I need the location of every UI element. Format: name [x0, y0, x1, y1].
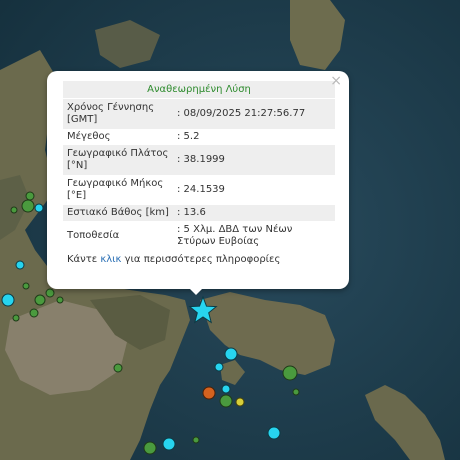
marker-cyan[interactable]: [214, 362, 224, 372]
info-value: : 38.1999: [177, 154, 225, 165]
info-label: Εστιακό Βάθος [km]: [67, 207, 169, 218]
marker-cyan[interactable]: [15, 260, 25, 270]
info-label: Τοποθεσία: [67, 230, 120, 241]
info-label: Μέγεθος: [67, 131, 111, 142]
info-row-longitude: Γεωγραφικό Μήκος [°E] : 24.1539: [63, 175, 335, 205]
info-row-depth: Εστιακό Βάθος [km] : 13.6: [63, 205, 335, 221]
marker-green[interactable]: [34, 294, 46, 306]
info-label: Γεωγραφικό Πλάτος [°N]: [67, 148, 169, 171]
popup-header: Αναθεωρημένη Λύση: [63, 81, 335, 98]
more-info-prefix: Κάντε: [67, 254, 101, 265]
info-label: Γεωγραφικό Μήκος [°E]: [67, 178, 164, 201]
more-info-link[interactable]: κλικ: [100, 254, 121, 265]
info-value: : 08/09/2025 21:27:56.77: [177, 108, 306, 119]
info-row-origin-time: Χρόνος Γέννησης [GMT] : 08/09/2025 21:27…: [63, 99, 335, 129]
info-row-location: Τοποθεσία : 5 Χλμ. ΔΒΔ των Νέων Στύρων Ε…: [63, 221, 335, 251]
marker-green[interactable]: [113, 363, 123, 373]
marker-cyan[interactable]: [34, 203, 44, 213]
marker-green[interactable]: [10, 206, 18, 214]
more-info-line: Κάντε κλικ για περισσότερες πληροφορίες: [63, 251, 335, 269]
info-value: : 5 Χλμ. ΔΒΔ των Νέων Στύρων Ευβοίας: [177, 224, 293, 247]
marker-green[interactable]: [282, 365, 298, 381]
marker-yellow[interactable]: [235, 397, 245, 407]
marker-orange[interactable]: [202, 386, 216, 400]
marker-green[interactable]: [45, 288, 55, 298]
info-row-latitude: Γεωγραφικό Πλάτος [°N] : 38.1999: [63, 145, 335, 175]
event-info-popup: × Αναθεωρημένη Λύση Χρόνος Γέννησης [GMT…: [47, 71, 349, 289]
marker-green[interactable]: [21, 199, 35, 213]
close-icon[interactable]: ×: [330, 74, 342, 88]
marker-green[interactable]: [22, 282, 30, 290]
marker-cyan[interactable]: [1, 293, 15, 307]
marker-green[interactable]: [12, 314, 20, 322]
marker-green[interactable]: [56, 296, 64, 304]
marker-green[interactable]: [292, 388, 300, 396]
info-value: : 5.2: [177, 131, 200, 142]
info-label: Χρόνος Γέννησης [GMT]: [67, 102, 155, 125]
marker-cyan[interactable]: [162, 437, 176, 451]
info-row-magnitude: Μέγεθος : 5.2: [63, 129, 335, 145]
marker-green[interactable]: [143, 441, 157, 455]
info-value: : 24.1539: [177, 184, 225, 195]
marker-cyan[interactable]: [224, 347, 238, 361]
marker-green[interactable]: [29, 308, 39, 318]
marker-cyan[interactable]: [221, 384, 231, 394]
marker-cyan[interactable]: [267, 426, 281, 440]
marker-green[interactable]: [25, 191, 35, 201]
info-value: : 13.6: [177, 207, 206, 218]
marker-green[interactable]: [219, 394, 233, 408]
marker-green[interactable]: [192, 436, 200, 444]
more-info-suffix: για περισσότερες πληροφορίες: [121, 254, 281, 265]
popup-pointer: [187, 286, 205, 295]
